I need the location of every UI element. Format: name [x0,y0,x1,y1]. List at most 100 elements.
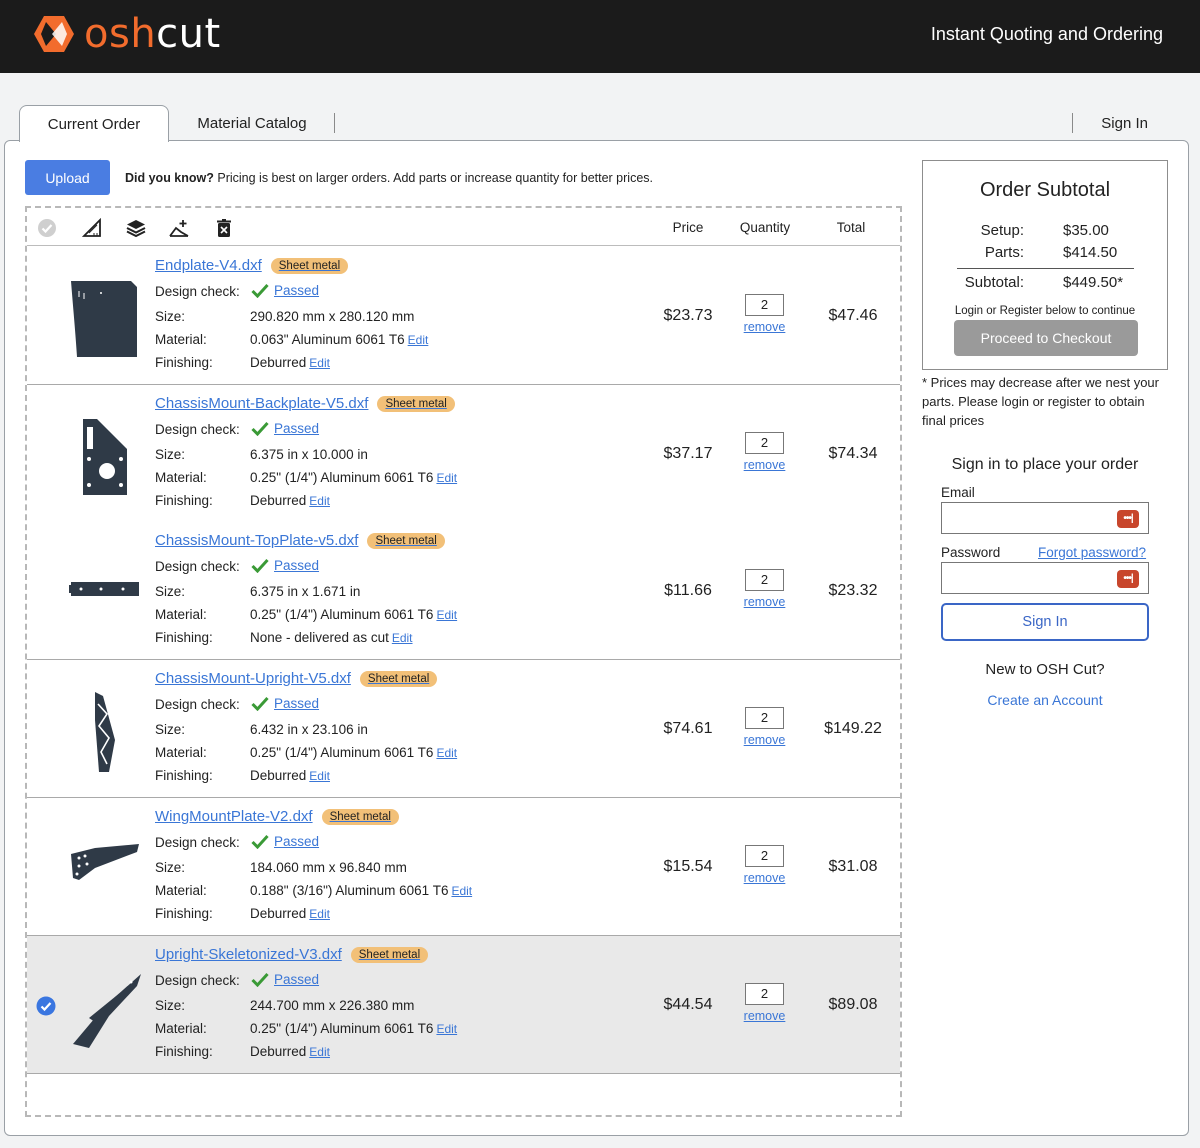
quantity-input[interactable]: 2 [745,569,784,591]
forgot-password-link[interactable]: Forgot password? [1038,545,1146,560]
finishing-edit-link[interactable]: Edit [392,631,413,645]
remove-link[interactable]: remove [732,871,797,885]
upload-button[interactable]: Upload [25,160,110,195]
sheet-metal-badge: Sheet metal [321,808,399,825]
proceed-to-checkout-button[interactable]: Proceed to Checkout [954,320,1138,356]
oshcut-logo[interactable]: oshcut [32,12,221,56]
tip-text: Pricing is best on larger orders. Add pa… [213,171,653,185]
finishing-edit-link[interactable]: Edit [309,769,330,783]
material-edit-link[interactable]: Edit [436,471,457,485]
part-filename-link[interactable]: ChassisMount-TopPlate-v5.dxf Sheet metal [155,532,445,549]
remove-link[interactable]: remove [732,1009,797,1023]
size-label: Size: [155,998,186,1013]
material-edit-link[interactable]: Edit [436,1022,457,1036]
delete-trash-icon[interactable] [214,218,234,238]
part-price: $37.17 [663,445,713,462]
material-edit-link[interactable]: Edit [451,884,472,898]
part-price: $11.66 [664,582,712,599]
sign-in-button[interactable]: Sign In [941,603,1149,641]
finishing-label: Finishing: [155,1044,213,1059]
passed-check-icon [251,283,269,298]
part-thumbnail-endplate [71,281,137,357]
sheet-metal-badge: Sheet metal [359,670,438,687]
part-material: 0.188" (3/16") Aluminum 6061 T6 Edit [250,883,473,898]
bend-add-icon[interactable] [169,218,189,238]
size-label: Size: [155,309,186,324]
finishing-edit-link[interactable]: Edit [309,494,330,508]
part-row[interactable]: ChassisMount-Upright-V5.dxf Sheet metal D… [27,660,900,798]
material-label: Material: [155,332,207,347]
remove-link[interactable]: remove [732,595,797,609]
remove-link[interactable]: remove [732,733,797,747]
part-row[interactable]: WingMountPlate-V2.dxf Sheet metal Design … [27,798,900,936]
part-price: $74.61 [663,720,713,737]
subtotal-value: $449.50* [1063,274,1124,291]
part-price: $23.73 [663,307,713,324]
part-filename-link[interactable]: Endplate-V4.dxf Sheet metal [155,257,349,274]
finishing-edit-link[interactable]: Edit [309,356,330,370]
finishing-label: Finishing: [155,630,213,645]
passed-check-icon [251,972,269,987]
size-label: Size: [155,860,186,875]
part-material: 0.25" (1/4") Aluminum 6061 T6 Edit [250,1021,458,1036]
order-subtotal-box: Order Subtotal Setup: $35.00 Parts: $414… [922,160,1168,370]
material-edit-link[interactable]: Edit [436,746,457,760]
passed-link[interactable]: Passed [274,421,319,436]
email-field[interactable]: •••| [941,502,1149,534]
sheet-metal-badge: Sheet metal [350,946,429,963]
quantity-input[interactable]: 2 [745,707,784,729]
select-all-check-icon[interactable] [37,218,57,238]
layers-icon[interactable] [126,218,146,238]
material-label: Material: [155,470,207,485]
row-selected-check-icon[interactable] [36,996,56,1016]
passed-link[interactable]: Passed [274,696,319,711]
part-material: 0.063" Aluminum 6061 T6 Edit [250,332,429,347]
part-price: $44.54 [663,996,713,1013]
new-customer-title: New to OSH Cut? [985,661,1105,678]
part-row[interactable]: Endplate-V4.dxf Sheet metal Design check:… [27,247,900,385]
part-row[interactable]: ChassisMount-Backplate-V5.dxf Sheet metal… [27,385,900,523]
prices-disclaimer: * Prices may decrease after we nest your… [922,375,1159,428]
part-total: $89.08 [828,996,878,1013]
finishing-edit-link[interactable]: Edit [309,907,330,921]
part-filename-link[interactable]: ChassisMount-Upright-V5.dxf Sheet metal [155,670,438,687]
quantity-input[interactable]: 2 [745,294,784,316]
passed-check-icon [251,558,269,573]
design-check-label: Design check: [155,284,240,299]
part-total: $31.08 [828,858,878,875]
passed-link[interactable]: Passed [274,558,319,573]
part-row-selected[interactable]: Upright-Skeletonized-V3.dxf Sheet metal D… [27,936,900,1074]
finishing-label: Finishing: [155,493,213,508]
part-filename-link[interactable]: WingMountPlate-V2.dxf Sheet metal [155,808,399,825]
material-edit-link[interactable]: Edit [408,333,429,347]
finishing-edit-link[interactable]: Edit [309,1045,330,1059]
passed-link[interactable]: Passed [274,283,319,298]
part-size: 184.060 mm x 96.840 mm [250,860,407,875]
material-label: Material: [155,607,207,622]
logo-wordmark: oshcut [84,11,221,57]
tab-current-order[interactable]: Current Order [19,105,169,142]
part-thumbnail-wingmount [71,844,139,880]
quantity-input[interactable]: 2 [745,432,784,454]
parts-label: Parts: [984,244,1024,261]
measure-triangle-icon[interactable] [82,218,102,238]
passed-link[interactable]: Passed [274,972,319,987]
password-manager-icon[interactable]: •••| [1117,570,1139,588]
material-edit-link[interactable]: Edit [436,608,457,622]
header-sign-in-link[interactable]: Sign In [1072,113,1170,133]
quantity-input[interactable]: 2 [745,983,784,1005]
part-row[interactable]: ChassisMount-TopPlate-v5.dxf Sheet metal … [27,522,900,660]
size-label: Size: [155,722,186,737]
quantity-input[interactable]: 2 [745,845,784,867]
tab-material-catalog[interactable]: Material Catalog [170,113,335,133]
password-field[interactable]: •••| [941,562,1149,594]
create-account-link[interactable]: Create an Account [922,692,1168,708]
part-material: 0.25" (1/4") Aluminum 6061 T6 Edit [250,470,458,485]
header-tagline: Instant Quoting and Ordering [930,24,1163,44]
remove-link[interactable]: remove [732,320,797,334]
passed-link[interactable]: Passed [274,834,319,849]
remove-link[interactable]: remove [732,458,797,472]
part-filename-link[interactable]: ChassisMount-Backplate-V5.dxf Sheet metal [155,395,455,412]
password-manager-icon[interactable]: •••| [1117,510,1139,528]
part-filename-link[interactable]: Upright-Skeletonized-V3.dxf Sheet metal [155,946,429,963]
